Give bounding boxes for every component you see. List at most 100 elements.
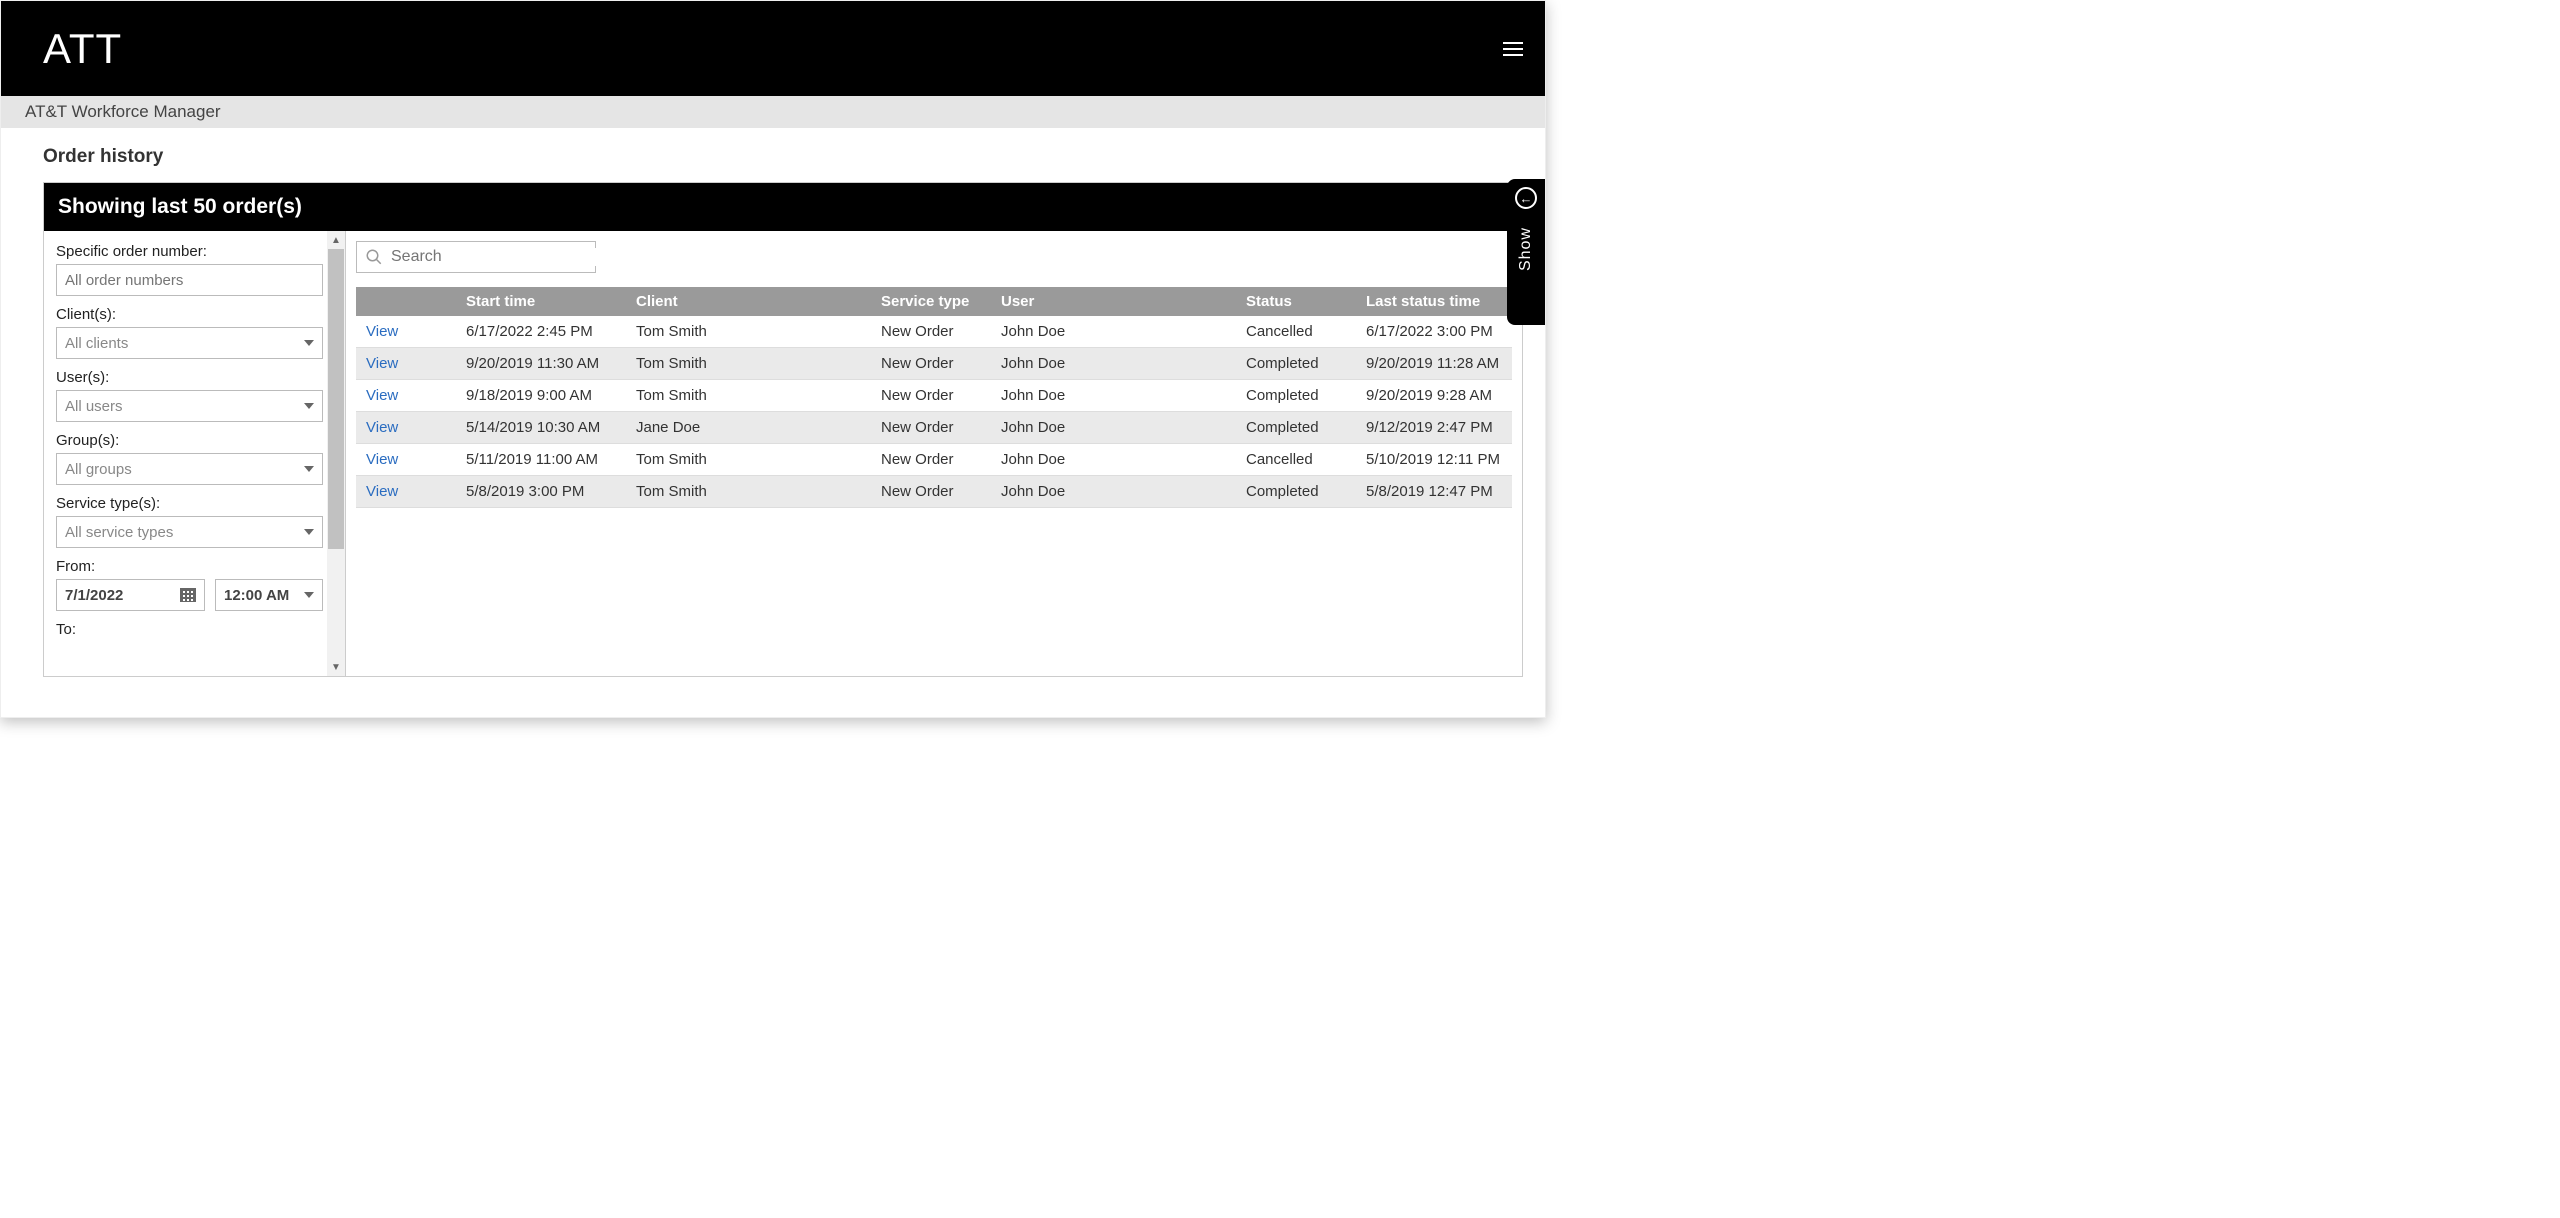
cell-last-status-time: 6/17/2022 3:00 PM xyxy=(1356,316,1512,348)
col-client[interactable]: Client xyxy=(626,287,871,316)
cell-client: Tom Smith xyxy=(626,476,871,508)
cell-status: Cancelled xyxy=(1236,444,1356,476)
filter-label-service-types: Service type(s): xyxy=(56,495,323,512)
cell-service-type: New Order xyxy=(871,412,991,444)
filter-sidebar: Specific order number: Client(s): All cl… xyxy=(44,231,346,676)
view-link[interactable]: View xyxy=(366,419,398,436)
cell-user: John Doe xyxy=(991,348,1236,380)
menu-icon[interactable] xyxy=(1503,42,1523,56)
panel-title: Showing last 50 order(s) xyxy=(44,183,1522,231)
chevron-down-icon xyxy=(304,529,314,535)
view-link[interactable]: View xyxy=(366,355,398,372)
from-time-value: 12:00 AM xyxy=(224,587,289,604)
col-service-type[interactable]: Service type xyxy=(871,287,991,316)
cell-start-time: 5/11/2019 11:00 AM xyxy=(456,444,626,476)
view-link[interactable]: View xyxy=(366,387,398,404)
view-link[interactable]: View xyxy=(366,483,398,500)
users-select[interactable]: All users xyxy=(56,390,323,422)
show-panel-tab[interactable]: ← Show xyxy=(1507,179,1545,325)
cell-start-time: 9/20/2019 11:30 AM xyxy=(456,348,626,380)
cell-user: John Doe xyxy=(991,316,1236,348)
filter-label-from: From: xyxy=(56,558,323,575)
cell-start-time: 9/18/2019 9:00 AM xyxy=(456,380,626,412)
view-link[interactable]: View xyxy=(366,323,398,340)
cell-client: Tom Smith xyxy=(626,316,871,348)
table-header-row: Start time Client Service type User Stat… xyxy=(356,287,1512,316)
filter-label-to: To: xyxy=(56,621,323,638)
from-date-input[interactable]: 7/1/2022 xyxy=(56,579,205,611)
arrow-left-icon: ← xyxy=(1515,187,1537,209)
page-title: Order history xyxy=(43,146,1523,168)
filter-label-groups: Group(s): xyxy=(56,432,323,449)
cell-user: John Doe xyxy=(991,444,1236,476)
cell-service-type: New Order xyxy=(871,316,991,348)
chevron-down-icon xyxy=(304,466,314,472)
chevron-down-icon xyxy=(304,340,314,346)
cell-client: Tom Smith xyxy=(626,348,871,380)
clients-select-value: All clients xyxy=(65,335,128,352)
table-row: View 5/8/2019 3:00 PMTom SmithNew OrderJo… xyxy=(356,476,1512,508)
cell-user: John Doe xyxy=(991,412,1236,444)
chevron-down-icon xyxy=(304,592,314,598)
order-number-input[interactable] xyxy=(56,264,323,296)
search-input[interactable] xyxy=(391,248,598,266)
cell-last-status-time: 9/12/2019 2:47 PM xyxy=(1356,412,1512,444)
show-tab-label: Show xyxy=(1517,227,1535,271)
col-view xyxy=(356,287,456,316)
cell-service-type: New Order xyxy=(871,444,991,476)
table-row: View 5/14/2019 10:30 AMJane DoeNew OrderJ… xyxy=(356,412,1512,444)
service-types-select[interactable]: All service types xyxy=(56,516,323,548)
groups-select[interactable]: All groups xyxy=(56,453,323,485)
top-bar: ATT xyxy=(1,1,1545,96)
cell-status: Cancelled xyxy=(1236,316,1356,348)
service-types-select-value: All service types xyxy=(65,524,173,541)
cell-client: Tom Smith xyxy=(626,380,871,412)
filter-label-users: User(s): xyxy=(56,369,323,386)
table-row: View 9/20/2019 11:30 AMTom SmithNew Order… xyxy=(356,348,1512,380)
cell-status: Completed xyxy=(1236,348,1356,380)
search-box[interactable] xyxy=(356,241,596,273)
users-select-value: All users xyxy=(65,398,123,415)
filter-label-order-number: Specific order number: xyxy=(56,243,323,260)
search-icon xyxy=(365,248,383,266)
cell-user: John Doe xyxy=(991,380,1236,412)
table-row: View 6/17/2022 2:45 PMTom SmithNew OrderJ… xyxy=(356,316,1512,348)
scroll-up-icon[interactable]: ▲ xyxy=(327,231,345,249)
cell-start-time: 5/8/2019 3:00 PM xyxy=(456,476,626,508)
cell-status: Completed xyxy=(1236,476,1356,508)
brand-logo: ATT xyxy=(43,25,122,73)
cell-service-type: New Order xyxy=(871,348,991,380)
cell-last-status-time: 9/20/2019 9:28 AM xyxy=(1356,380,1512,412)
cell-status: Completed xyxy=(1236,412,1356,444)
clients-select[interactable]: All clients xyxy=(56,327,323,359)
main-content: Start time Client Service type User Stat… xyxy=(346,231,1522,676)
from-time-input[interactable]: 12:00 AM xyxy=(215,579,323,611)
cell-service-type: New Order xyxy=(871,380,991,412)
scroll-down-icon[interactable]: ▼ xyxy=(327,658,345,676)
col-last-status[interactable]: Last status time xyxy=(1356,287,1512,316)
cell-last-status-time: 9/20/2019 11:28 AM xyxy=(1356,348,1512,380)
cell-start-time: 6/17/2022 2:45 PM xyxy=(456,316,626,348)
col-status[interactable]: Status xyxy=(1236,287,1356,316)
cell-status: Completed xyxy=(1236,380,1356,412)
cell-last-status-time: 5/8/2019 12:47 PM xyxy=(1356,476,1512,508)
cell-client: Tom Smith xyxy=(626,444,871,476)
filter-label-clients: Client(s): xyxy=(56,306,323,323)
from-date-value: 7/1/2022 xyxy=(65,587,123,604)
cell-user: John Doe xyxy=(991,476,1236,508)
scroll-thumb[interactable] xyxy=(328,249,344,549)
view-link[interactable]: View xyxy=(366,451,398,468)
orders-table: Start time Client Service type User Stat… xyxy=(356,287,1512,508)
cell-start-time: 5/14/2019 10:30 AM xyxy=(456,412,626,444)
cell-last-status-time: 5/10/2019 12:11 PM xyxy=(1356,444,1512,476)
app-subtitle: AT&T Workforce Manager xyxy=(1,96,1545,128)
cell-client: Jane Doe xyxy=(626,412,871,444)
calendar-icon xyxy=(180,588,196,602)
chevron-down-icon xyxy=(304,403,314,409)
table-row: View 5/11/2019 11:00 AMTom SmithNew Order… xyxy=(356,444,1512,476)
sidebar-scrollbar[interactable]: ▲ ▼ xyxy=(327,231,345,676)
col-user[interactable]: User xyxy=(991,287,1236,316)
cell-service-type: New Order xyxy=(871,476,991,508)
col-start-time[interactable]: Start time xyxy=(456,287,626,316)
groups-select-value: All groups xyxy=(65,461,132,478)
